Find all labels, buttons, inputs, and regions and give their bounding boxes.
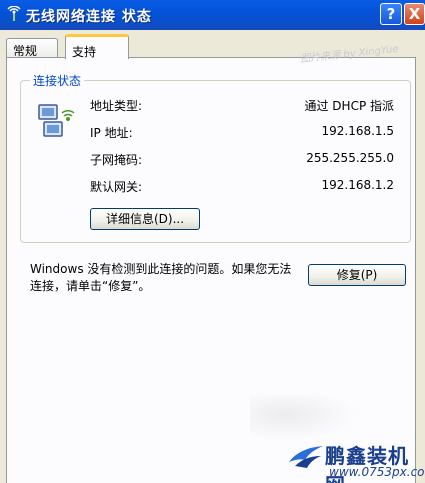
brand-logo-icon [289,446,323,468]
details-button[interactable]: 详细信息(D)... [90,208,200,230]
network-computer-icon [38,104,75,137]
wireless-network-icon [7,6,21,21]
address-type-label: 地址类型: [90,99,143,113]
close-button[interactable]: X [404,3,425,25]
subnet-mask-value: 255.255.255.0 [306,151,394,165]
title-bar: 无线网络连接 状态 ? X [0,0,425,30]
ip-address-label: IP 地址: [90,126,133,140]
window-title: 无线网络连接 状态 [26,9,152,25]
brand-url: www.0753px.com [329,465,425,479]
repair-button[interactable]: 修复(P) [308,264,406,286]
default-gateway-label: 默认网关: [90,180,143,194]
address-type-value: 通过 DHCP 指派 [304,99,394,113]
ip-address-value: 192.168.1.5 [321,124,394,138]
tab-support[interactable]: 支持 [65,34,129,59]
tab-general[interactable]: 常规 [6,38,58,58]
default-gateway-value: 192.168.1.2 [321,178,394,192]
brand-watermark: 鹏鑫装机网 www.0753px.com [285,440,425,483]
diagnosis-message: Windows 没有检测到此连接的问题。如果您无法连接，请单击“修复”。 [30,262,292,293]
help-button[interactable]: ? [380,3,402,25]
group-title: 连接状态 [30,72,85,89]
subnet-mask-label: 子网掩码: [90,153,143,167]
background-watermark [250,395,370,445]
